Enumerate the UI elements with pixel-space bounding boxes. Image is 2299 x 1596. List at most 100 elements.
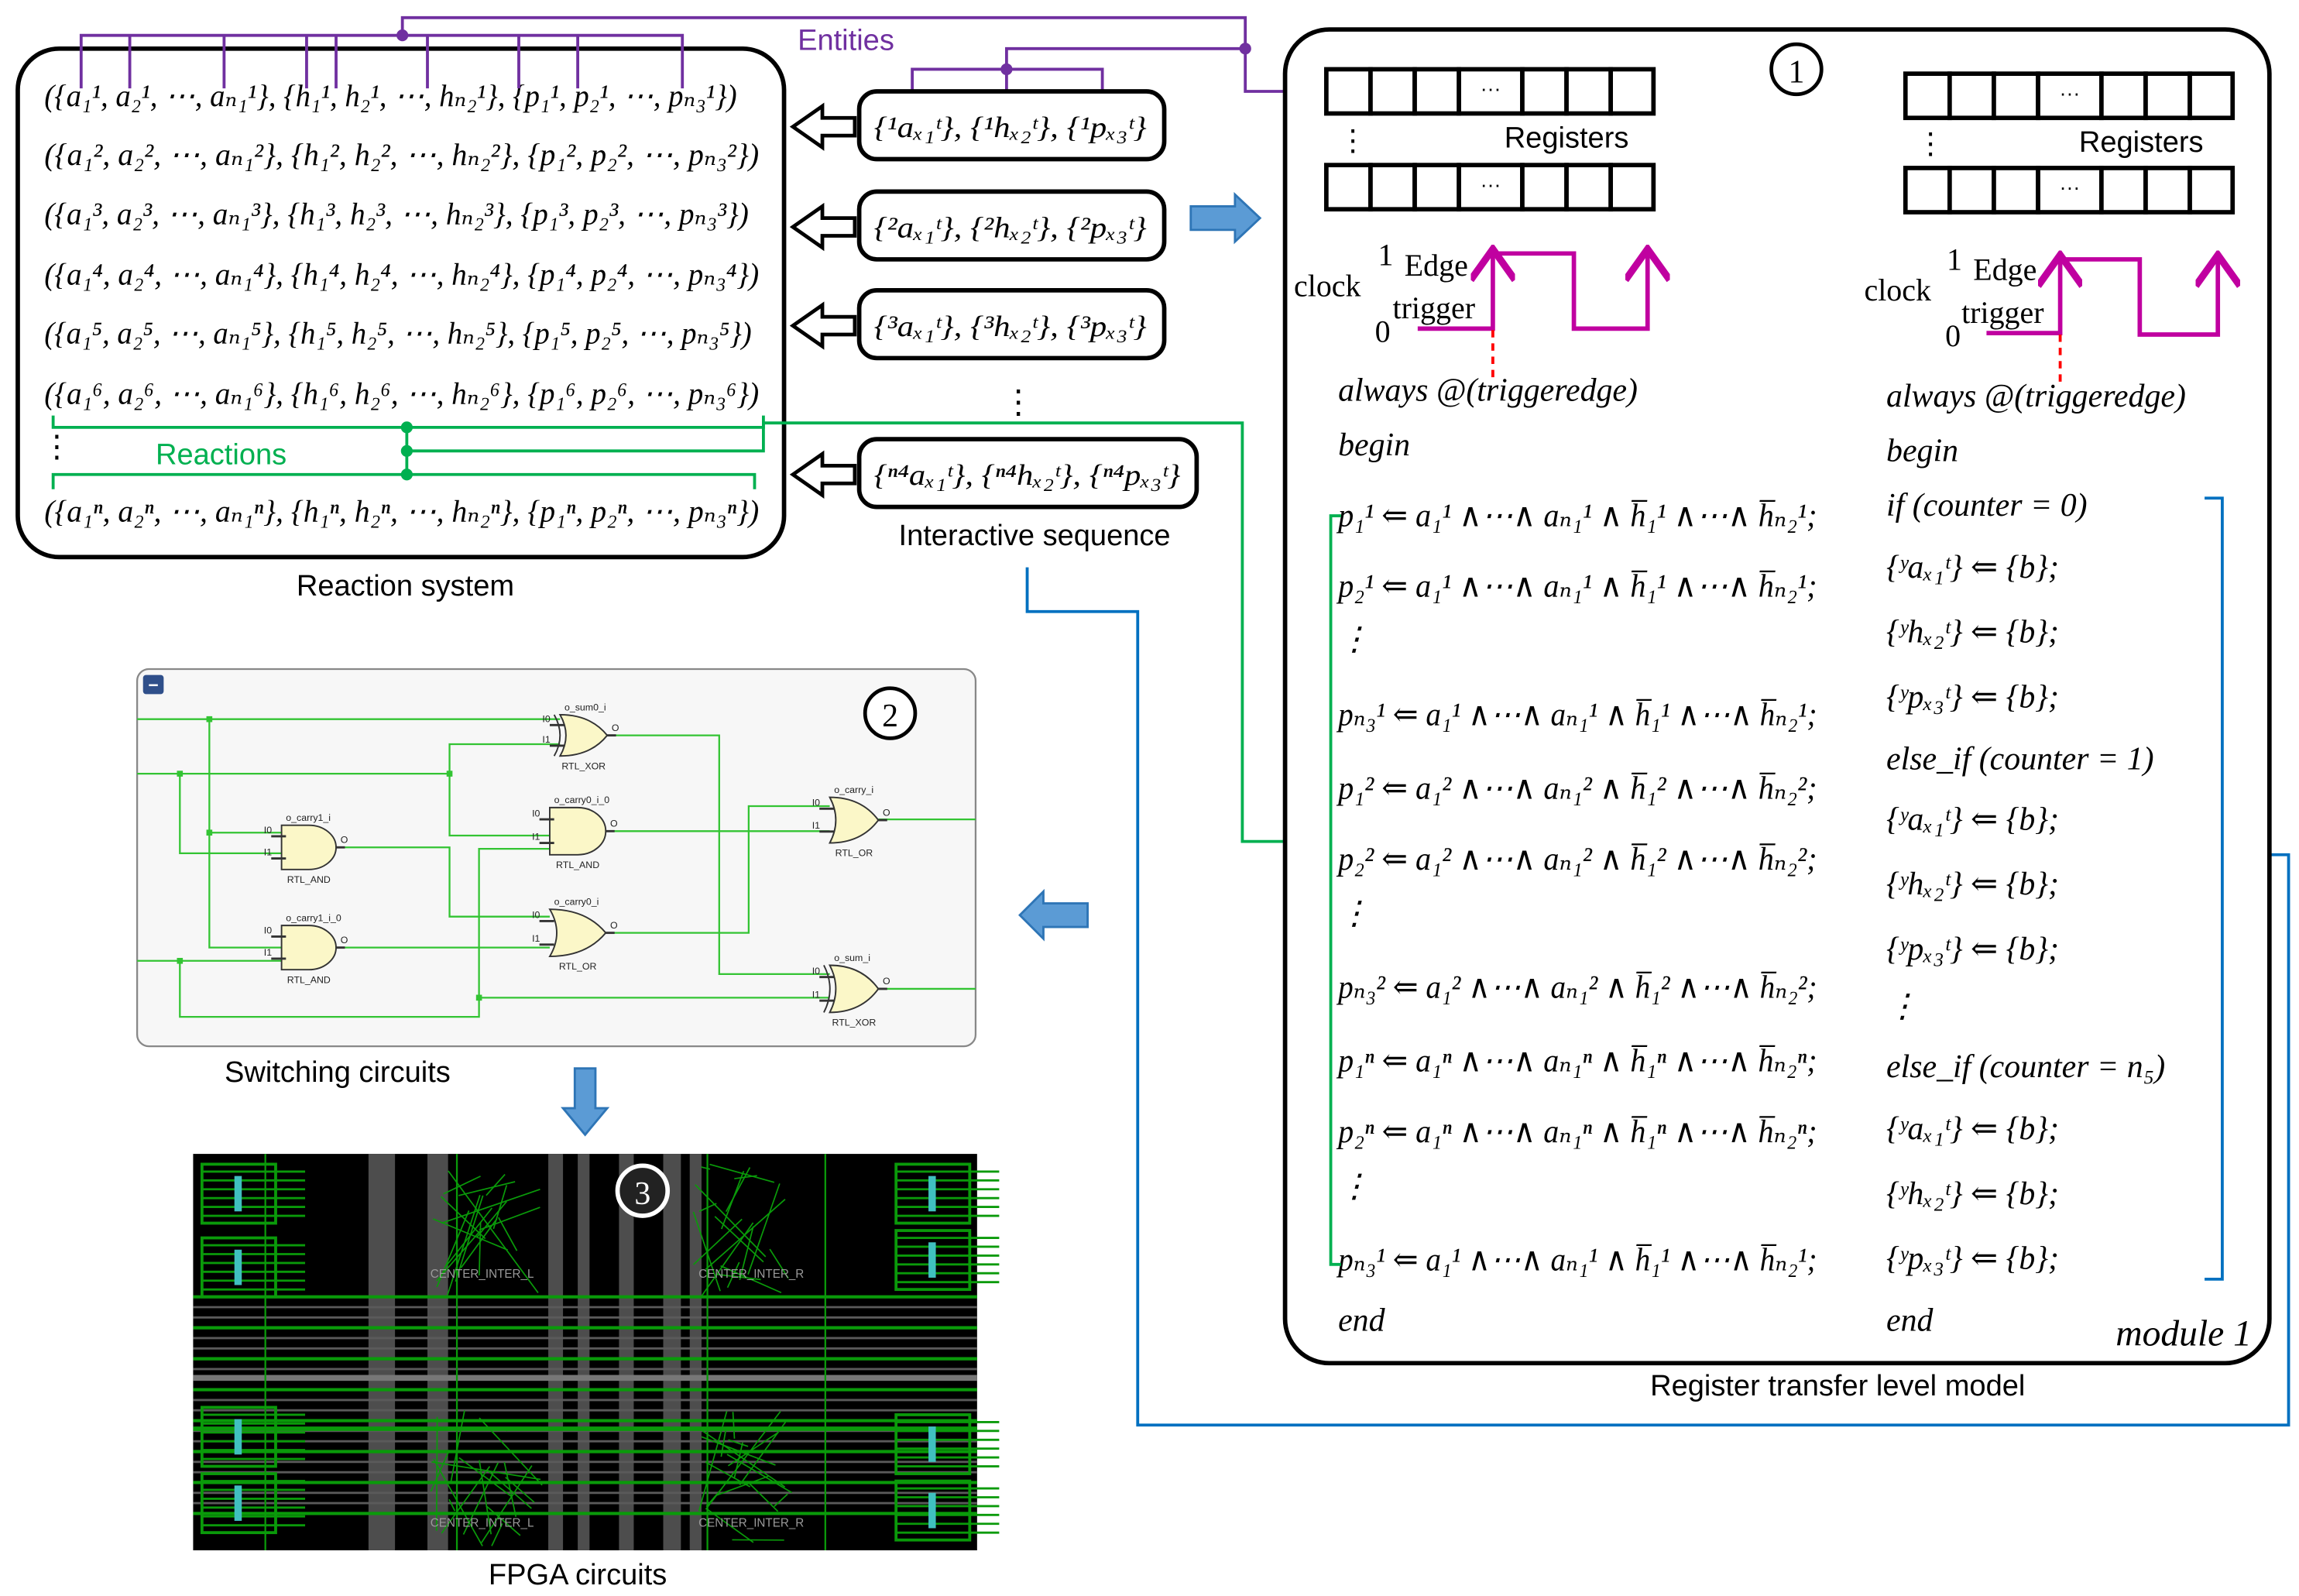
gate-instance-name: o_carry1_i [286, 812, 331, 823]
fpga-region-label: CENTER_INTER_R [698, 1268, 804, 1281]
wire-junction [206, 829, 213, 836]
fpga-cell [928, 1426, 936, 1462]
hollow-arrow-left-icon [789, 301, 857, 350]
fpga-cell [928, 1492, 936, 1529]
wire-junction [177, 957, 184, 964]
sequence-item: {³aₓ₁ᵗ}, {³hₓ₂ᵗ}, {³pₓ₃ᵗ} [874, 311, 1147, 343]
counter-rule: {ʸhₓ₂ᵗ} ⇐ {b}; [1886, 615, 2059, 650]
pin-label: O [883, 976, 890, 987]
clock-low: 0 [1375, 314, 1391, 349]
counter-rule: {ʸpₓ₃ᵗ} ⇐ {b}; [1886, 679, 2059, 715]
clock-trigger-label: trigger [1393, 290, 1476, 325]
register-cell [1947, 71, 1996, 121]
wire-junction [446, 771, 453, 777]
register-bank: ··· [1324, 67, 1656, 116]
register-cell [1412, 67, 1461, 116]
junction-dot [1000, 63, 1013, 76]
reaction-rule: p₁ⁿ ⇐ a₁ⁿ ∧⋯∧ aₙ₁ⁿ ∧ h̅₁ⁿ ∧⋯∧ h̅ₙ₂ⁿ; [1336, 1044, 1817, 1079]
counter-rule: if (counter = 0) [1886, 488, 2088, 523]
register-cell [2099, 166, 2148, 215]
counter-rule: {ʸaₓ₁ᵗ} ⇐ {b}; [1886, 550, 2059, 585]
gate-type: RTL_XOR [832, 1018, 877, 1028]
register-cell [1608, 67, 1656, 116]
fpga-cell [928, 1242, 936, 1278]
gate-instance-name: o_sum0_i [564, 702, 606, 712]
pin-label: I1 [264, 947, 272, 958]
vertical-ellipsis: ⋮ [1916, 128, 1945, 160]
code-keyword: ⋮ [1338, 1169, 1371, 1204]
counter-rule: {ʸpₓ₃ᵗ} ⇐ {b}; [1886, 1241, 2059, 1277]
register-cell [2187, 71, 2236, 121]
code-keyword: ⋮ [1338, 896, 1371, 932]
counter-rule: {ʸaₓ₁ᵗ} ⇐ {b}; [1886, 801, 2059, 837]
code-keyword: end [1338, 1303, 1386, 1338]
step-badge-3-label: 3 [634, 1176, 650, 1212]
sequence-item: {ⁿ⁴aₓ₁ᵗ}, {ⁿ⁴hₓ₂ᵗ}, {ⁿ⁴pₓ₃ᵗ} [874, 459, 1181, 492]
counter-rule: {ʸhₓ₂ᵗ} ⇐ {b}; [1886, 1176, 2059, 1212]
pin-label: I1 [542, 734, 550, 745]
counter-rule: {ʸpₓ₃ᵗ} ⇐ {b}; [1886, 932, 2059, 967]
pin-label: I1 [812, 820, 820, 831]
reactions-label: Reactions [156, 438, 287, 471]
rtl-box [1282, 27, 2272, 1366]
reaction-system: ({a₁¹, a₂¹, ⋯, aₙ₁¹}, {h₁¹, h₂¹, ⋯, hₙ₂¹… [15, 46, 787, 602]
reaction-row: ({a₁¹, a₂¹, ⋯, aₙ₁¹}, {h₁¹, h₂¹, ⋯, hₙ₂¹… [44, 78, 736, 113]
register-cell [1564, 67, 1614, 116]
fpga-circuits-title: FPGA circuits [489, 1559, 667, 1591]
counter-rule: else_if (counter = n₅) [1886, 1049, 2165, 1085]
pin-label: I0 [812, 966, 820, 976]
clock-edge-label: Edge [1973, 252, 2037, 287]
vertical-ellipsis: ⋮ [1002, 385, 1035, 420]
counter-rule: {ʸaₓ₁ᵗ} ⇐ {b}; [1886, 1111, 2059, 1147]
fpga-route [193, 1426, 977, 1431]
wire-junction [475, 994, 482, 1001]
step-badge-2-label: 2 [882, 698, 898, 734]
gate-instance-name: o_carry0_i_0 [554, 795, 610, 805]
clock-high: 1 [1378, 238, 1393, 273]
register-cell [1520, 67, 1569, 116]
fpga-cell [234, 1419, 242, 1455]
pin-label: O [883, 807, 890, 818]
pin-label: I0 [542, 713, 550, 724]
module-label: module 1 [2115, 1313, 2252, 1354]
register-cell [1992, 71, 2040, 121]
rtl-title: Register transfer level model [1650, 1370, 2025, 1402]
wire-junction [206, 716, 213, 722]
fpga-circuits: CENTER_INTER_L CENTER_INTER_R CENTER_INT… [193, 1154, 1000, 1591]
pin-label: I0 [532, 808, 540, 819]
register-cell [1947, 166, 1996, 215]
register-cell [1412, 163, 1461, 212]
block-arrow-down-icon [561, 1067, 610, 1137]
junction-dot [396, 29, 409, 42]
register-cell [1324, 67, 1373, 116]
register-cell [2099, 71, 2148, 121]
switching-circuits-title: Switching circuits [225, 1056, 451, 1089]
pin-label: I1 [812, 989, 820, 1000]
clock-label: clock [1864, 273, 1931, 307]
register-cell [2143, 71, 2192, 121]
register-cell [1564, 163, 1614, 212]
register-cell-ellipsis: ··· [2060, 176, 2081, 199]
code-keyword: ⋮ [1338, 622, 1371, 657]
pin-label: I0 [532, 910, 540, 921]
fpga-cell [928, 1176, 936, 1212]
register-cell [2143, 166, 2192, 215]
junction-dot [1239, 43, 1251, 55]
code-keyword: always @(triggeredge) [1338, 373, 1638, 409]
reaction-rule: pₙ₃² ⇐ a₁² ∧⋯∧ aₙ₁² ∧ h̅₁² ∧⋯∧ h̅ₙ₂²; [1336, 970, 1817, 1005]
register-cell-ellipsis: ··· [1481, 173, 1501, 196]
reaction-rule: pₙ₃¹ ⇐ a₁¹ ∧⋯∧ aₙ₁¹ ∧ h̅₁¹ ∧⋯∧ h̅ₙ₂¹; [1336, 1242, 1817, 1278]
fpga-column [663, 1154, 681, 1551]
reaction-rule: p₁² ⇐ a₁² ∧⋯∧ aₙ₁² ∧ h̅₁² ∧⋯∧ h̅ₙ₂²; [1336, 771, 1817, 806]
clock-trigger-label: trigger [1961, 295, 2044, 330]
figure: ({a₁¹, a₂¹, ⋯, aₙ₁¹}, {h₁¹, h₂¹, ⋯, hₙ₂¹… [15, 15, 2290, 1591]
pin-label: I1 [532, 933, 540, 944]
register-cell [1368, 163, 1417, 212]
pin-label: O [610, 920, 618, 931]
pin-label: O [612, 722, 619, 733]
counter-rule: else_if (counter = 1) [1886, 741, 2154, 777]
register-cell [1992, 166, 2040, 215]
pin-label: I1 [532, 832, 540, 843]
hollow-arrow-left-icon [789, 450, 857, 499]
reaction-row: ({a₁ⁿ, a₂ⁿ, ⋯, aₙ₁ⁿ}, {h₁ⁿ, h₂ⁿ, ⋯, hₙ₂ⁿ… [44, 494, 759, 529]
